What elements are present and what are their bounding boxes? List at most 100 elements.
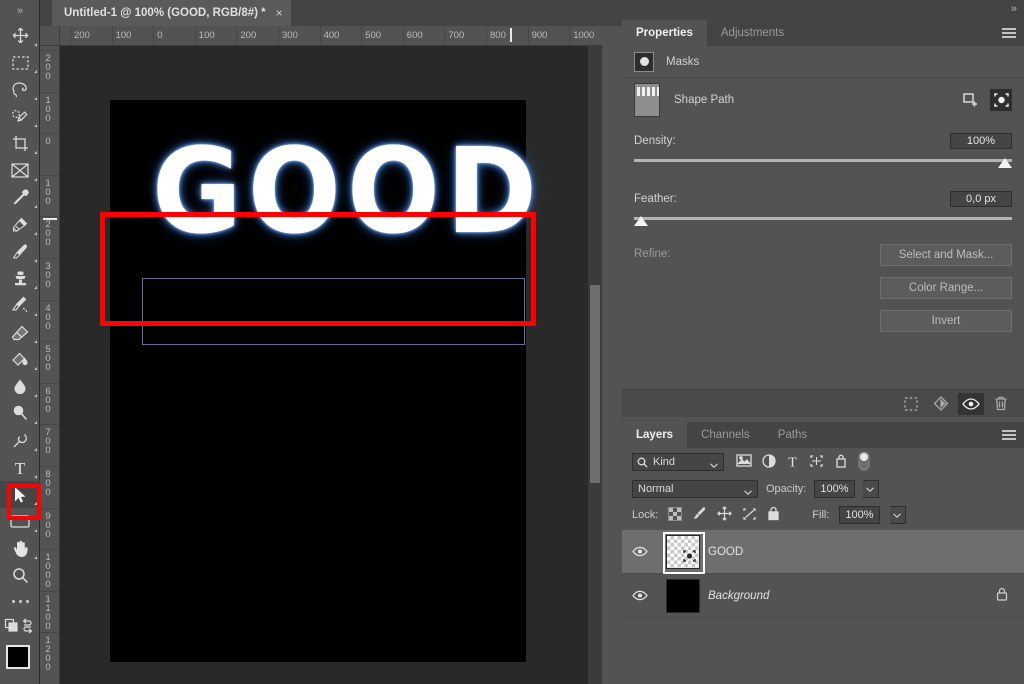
ruler-label: 900 [531,30,548,41]
rectangle-tool[interactable] [0,508,40,535]
feather-slider-handle[interactable] [634,216,648,226]
dodge-tool[interactable] [0,400,40,427]
tab-layers[interactable]: Layers [622,422,688,448]
brush-tool[interactable] [0,238,40,265]
layer-name[interactable]: Background [708,590,996,602]
pixel-layer-filter-icon[interactable] [736,454,752,470]
shape-layer-filter-icon[interactable] [809,454,824,471]
layer-thumbnail-wrap[interactable] [658,531,708,574]
history-brush-tool[interactable] [0,292,40,319]
table-row[interactable]: Background [622,574,1024,618]
ruler-label: 100 [42,177,54,205]
invert-button[interactable]: Invert [880,310,1012,332]
hand-tool[interactable] [0,535,40,562]
expand-panels-button[interactable]: » [1011,3,1017,15]
canvas-viewport[interactable]: GOOD [60,46,602,684]
document-tab[interactable]: Untitled-1 @ 100% (GOOD, RGB/8#) * × [52,0,291,26]
spot-healing-brush-tool[interactable] [0,211,40,238]
direct-selection-tool[interactable] [0,481,40,508]
tab-paths[interactable]: Paths [764,422,821,448]
refine-block: Refine: Select and Mask... Color Range..… [622,230,1024,360]
layer-thumbnail-wrap[interactable] [658,578,708,613]
horizontal-ruler[interactable]: 200 100 0 100 200 300 400 500 600 700 800 900 1000 [60,26,602,46]
add-mask-icon[interactable] [960,89,982,111]
apply-mask-icon[interactable] [928,393,954,415]
type-tool[interactable]: T [0,454,40,481]
eraser-tool[interactable] [0,319,40,346]
table-row[interactable]: GOOD [622,530,1024,574]
ruler-tick [70,26,71,45]
opacity-value[interactable]: 100% [814,480,855,498]
vertical-ruler[interactable]: 200 100 0 100 200 300 400 500 600 700 800 900 1000 11… [40,46,60,684]
canvas-scrollbar-thumb[interactable] [590,285,600,483]
foreground-color-swatch[interactable] [6,645,30,669]
zoom-tool[interactable] [0,562,40,589]
fill-stepper[interactable] [889,506,906,524]
rectangular-marquee-tool[interactable] [0,49,40,76]
blend-mode-select[interactable]: Normal [632,480,758,498]
more-tools-button[interactable] [0,589,40,613]
tab-channels[interactable]: Channels [687,422,764,448]
lock-all-icon[interactable] [767,506,780,524]
select-and-mask-button[interactable]: Select and Mask... [880,244,1012,266]
density-slider-handle[interactable] [998,158,1012,168]
layers-panel-menu-icon[interactable] [1002,430,1016,441]
color-swatches[interactable] [0,641,42,684]
tab-adjustments[interactable]: Adjustments [707,20,798,46]
clone-stamp-tool[interactable] [0,265,40,292]
move-tool[interactable] [0,22,40,49]
fill-value[interactable]: 100% [839,506,880,524]
load-selection-icon[interactable] [898,393,924,415]
chevron-down-icon[interactable] [744,486,752,498]
ruler-label: 1000 [573,30,595,41]
layer-lock-icon[interactable] [996,587,1008,604]
layer-visibility-toggle[interactable] [622,590,658,601]
frame-tool[interactable] [0,157,40,184]
ruler-tick [402,26,404,45]
blur-tool[interactable] [0,373,40,400]
filter-toggle-switch[interactable] [858,451,870,474]
density-value[interactable]: 100% [950,133,1012,149]
chevron-down-icon[interactable] [710,459,718,471]
expand-toolbar-button[interactable]: » [0,0,39,22]
feather-value[interactable]: 0,0 px [950,191,1012,207]
pen-tool[interactable] [0,427,40,454]
layer-name[interactable]: GOOD [708,546,1024,558]
color-range-button[interactable]: Color Range... [880,277,1012,299]
canvas-vertical-scrollbar[interactable] [588,46,602,684]
tab-properties[interactable]: Properties [622,20,707,46]
crop-tool[interactable] [0,130,40,157]
toggle-mask-visibility-icon[interactable] [958,392,984,415]
object-selection-tool[interactable] [0,103,40,130]
filter-kind-select[interactable]: Kind [632,453,724,471]
adjustment-layer-filter-icon[interactable] [762,453,776,471]
close-icon[interactable]: × [276,7,283,19]
type-layer-filter-icon[interactable]: T [786,454,799,471]
ruler-label: 400 [323,30,340,41]
ruler-tick [40,466,59,467]
opacity-stepper[interactable] [862,480,879,498]
select-path-icon[interactable] [990,89,1012,111]
lasso-tool[interactable] [0,76,40,103]
lock-position-icon[interactable] [717,506,732,524]
lock-image-pixels-icon[interactable] [692,506,707,524]
layer-thumbnail[interactable] [663,531,705,574]
layer-visibility-toggle[interactable] [622,546,658,557]
smart-object-filter-icon[interactable] [834,454,848,471]
artboard[interactable]: GOOD [110,100,537,662]
feather-label: Feather: [634,193,677,205]
photoshop-window: » T Untitled-1 @ 100% (GOOD, RGB/8#) * ×… [0,0,1024,684]
lock-artboard-nesting-icon[interactable] [742,507,757,524]
lock-transparent-pixels-icon[interactable] [668,506,683,524]
delete-mask-icon[interactable] [988,393,1014,415]
density-track [634,159,1012,162]
eyedropper-tool[interactable] [0,184,40,211]
feather-slider[interactable] [634,214,1012,230]
ruler-label: 700 [42,427,54,455]
density-slider[interactable] [634,156,1012,172]
quick-mask-and-screen-mode[interactable] [0,613,40,639]
layer-thumbnail[interactable] [666,578,700,613]
gradient-tool[interactable] [0,346,40,373]
properties-panel-menu-icon[interactable] [1002,28,1016,39]
ruler-tick [40,424,59,426]
